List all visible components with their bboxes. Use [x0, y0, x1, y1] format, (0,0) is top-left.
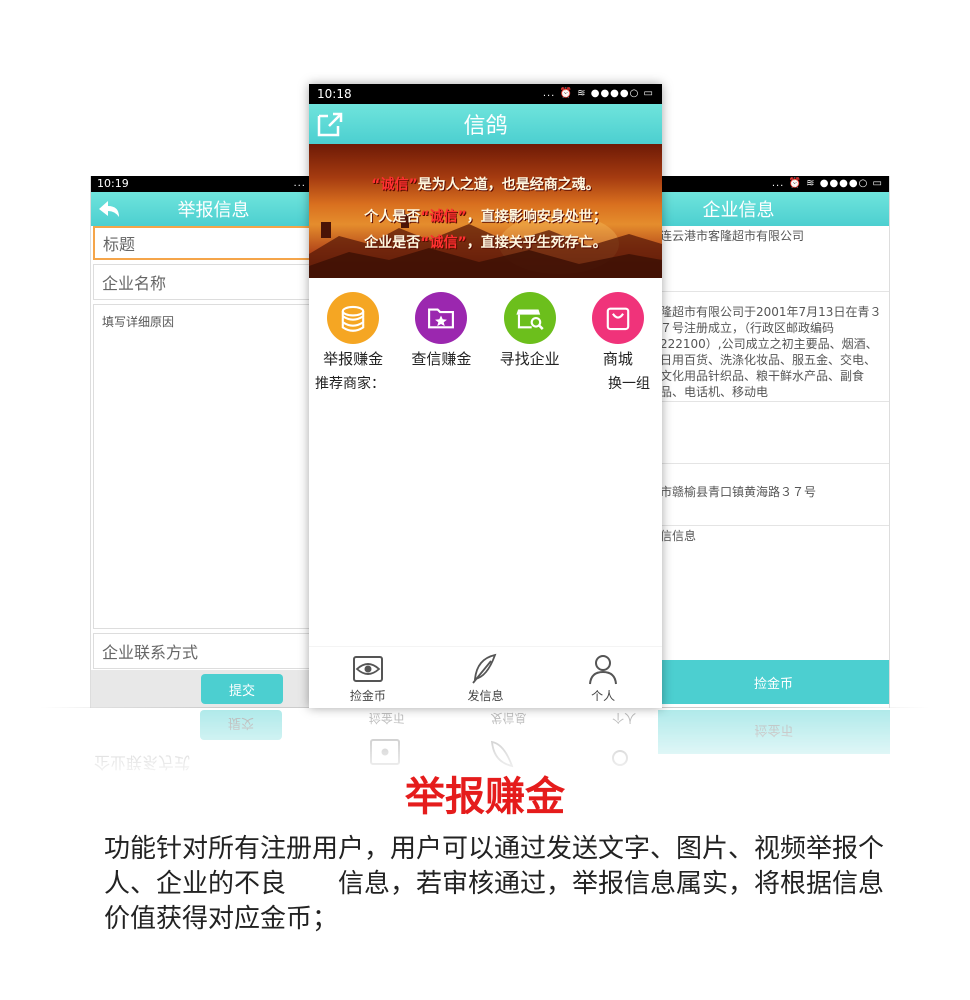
tab-pick-gold[interactable]: 捡金币 — [323, 651, 413, 704]
status-bar: 10:19 ... — [91, 176, 312, 192]
company-info-screen: ... ⏰ ≋ ●●●●○ ▭ 企业信息 连云港市客隆超市有限公司 隆超市有限公… — [658, 176, 890, 708]
reflection-tab-label: 发信息 — [490, 711, 527, 725]
company-name-input[interactable]: 企业名称 — [93, 264, 312, 300]
eye-card-icon — [352, 656, 383, 682]
status-icons: ... — [293, 178, 306, 189]
coin-stack-icon — [327, 292, 380, 344]
banner-slogan-2b: “诚信” — [420, 209, 467, 225]
feature-title: 举报赚金 — [405, 774, 565, 820]
tab-post-info[interactable]: 发信息 — [440, 651, 530, 704]
banner-slogan-3c: ，直接关乎生死存亡。 — [466, 235, 607, 251]
status-icons: ... ⏰ ≋ ●●●●○ ▭ — [771, 178, 883, 189]
reason-textarea[interactable]: 填写详细原因 — [93, 304, 312, 629]
feather-icon — [472, 653, 497, 684]
info-row-empty — [658, 402, 889, 464]
page-title: 举报信息 — [177, 200, 250, 221]
bottom-tab-bar: 捡金币 发信息 个人 — [309, 646, 662, 708]
main-menu: 举报赚金 查信赚金 寻找企业 商城 — [309, 278, 662, 369]
menu-label: 寻找企业 — [499, 350, 560, 368]
title-bar: 信鸽 — [309, 104, 662, 144]
menu-mall[interactable]: 商城 — [578, 292, 658, 369]
tab-label: 发信息 — [467, 689, 504, 703]
banner-slogan-1: “诚信”是为人之道，也是经商之魂。 — [309, 174, 662, 194]
title-bar: 企业信息 — [658, 192, 889, 226]
banner-slogan-1b: 是为人之道，也是经商之魂。 — [417, 177, 600, 193]
banner-slogan-3a: 企业是否 — [364, 235, 421, 251]
banner-image[interactable]: “诚信”是为人之道，也是经商之魂。 个人是否“诚信”，直接影响安身处世； 企业是… — [309, 144, 662, 278]
refresh-group-button[interactable]: 换一组 — [608, 373, 650, 393]
company-name-text: 连云港市客隆超市有限公司 — [658, 226, 889, 292]
page-title: 企业信息 — [702, 200, 775, 221]
status-icons: ... ⏰ ≋ ●●●●○ ▭ — [542, 88, 654, 99]
title-input[interactable]: 标题 — [93, 226, 312, 260]
menu-find-company[interactable]: 寻找企业 — [490, 292, 570, 369]
status-bar: 10:18 ... ⏰ ≋ ●●●●○ ▭ — [309, 84, 662, 104]
shop-search-icon — [503, 292, 556, 344]
submit-bar: 提交 — [91, 670, 312, 708]
recommend-row: 推荐商家： 换一组 — [309, 369, 662, 393]
reflection-tab-label: 个人 — [612, 711, 637, 725]
menu-check-earn[interactable]: 查信赚金 — [401, 292, 481, 369]
banner-slogan-2: 个人是否“诚信”，直接影响安身处世； — [309, 206, 662, 226]
company-intro-text: 隆超市有限公司于2001年7月13日在青３７号注册成立，（行政区邮政编码2221… — [658, 292, 889, 402]
menu-label: 查信赚金 — [411, 350, 472, 368]
app-title: 信鸽 — [463, 114, 508, 139]
banner-slogan-1a: “诚信” — [371, 177, 418, 193]
banner-slogan-2c: ，直接影响安身处世； — [466, 209, 607, 225]
menu-label: 商城 — [602, 350, 633, 368]
shopping-bag-icon — [591, 292, 644, 344]
reflection-tab-labels: 捡金币 发信息 个人 — [326, 710, 679, 727]
reflection-tab-label: 捡金币 — [368, 711, 405, 725]
share-icon[interactable] — [315, 110, 345, 138]
menu-label: 举报赚金 — [323, 350, 384, 368]
status-time: 10:19 — [97, 177, 129, 190]
banner-slogan-3b: “诚信” — [420, 235, 467, 251]
status-time: 10:18 — [317, 87, 352, 101]
title-bar: 举报信息 — [91, 192, 312, 226]
submit-button[interactable]: 提交 — [201, 674, 283, 704]
report-info-screen: 10:19 ... 举报信息 标题 企业名称 填写详细原因 企业联系方式 提交 — [90, 176, 312, 708]
banner-slogan-3: 企业是否“诚信”，直接关乎生死存亡。 — [309, 232, 662, 252]
tab-label: 捡金币 — [349, 689, 386, 703]
person-icon — [589, 655, 618, 685]
banner-slogan-2a: 个人是否 — [364, 209, 421, 225]
company-contact-input[interactable]: 企业联系方式 — [93, 633, 312, 669]
credit-info-label: 信信息 — [660, 529, 697, 543]
tab-profile[interactable]: 个人 — [558, 651, 648, 704]
menu-report-earn[interactable]: 举报赚金 — [313, 292, 393, 369]
reflection-gold: 捡金币 — [658, 710, 890, 754]
company-address-text: 市赣榆县青口镇黄海路３７号 — [658, 464, 889, 526]
tab-label: 个人 — [591, 689, 616, 703]
feature-description: 功能针对所有注册用户，用户可以通过发送文字、图片、视频举报个人、企业的不良 信息… — [104, 834, 885, 934]
status-bar: ... ⏰ ≋ ●●●●○ ▭ — [658, 176, 889, 192]
back-arrow-icon[interactable] — [97, 198, 121, 220]
reflection-submit: 提交 — [200, 710, 282, 740]
star-folder-icon — [415, 292, 468, 344]
home-screen: 10:18 ... ⏰ ≋ ●●●●○ ▭ 信鸽 “诚信”是为人之道，也是经商之… — [309, 84, 662, 708]
pick-gold-button[interactable]: 捡金币 — [658, 660, 889, 704]
recommend-label: 推荐商家： — [315, 376, 385, 392]
